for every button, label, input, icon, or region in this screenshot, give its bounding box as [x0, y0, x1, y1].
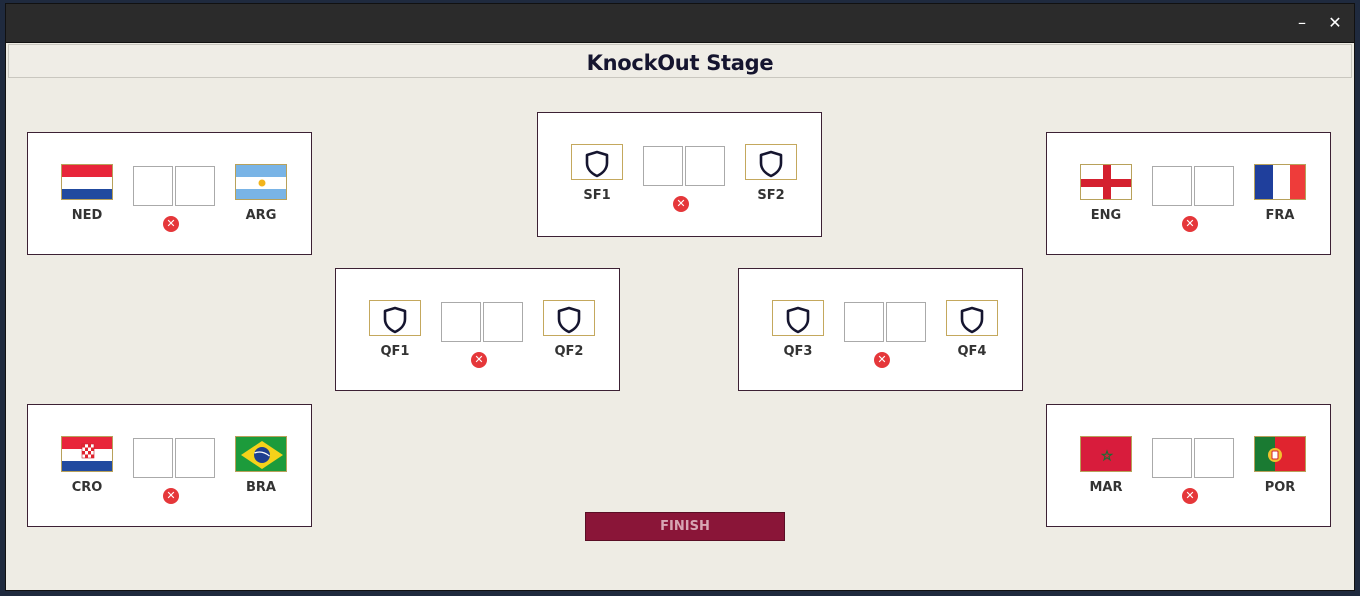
shield-icon: [585, 150, 609, 178]
sf1-shield-slot: [571, 144, 623, 180]
away-score-input[interactable]: [1194, 166, 1234, 206]
away-score-input[interactable]: [886, 302, 926, 342]
home-team-code: MAR: [1089, 480, 1123, 495]
home-score-input[interactable]: [441, 302, 481, 342]
minimize-button[interactable]: –: [1291, 12, 1313, 34]
away-score-input[interactable]: [175, 166, 215, 206]
home-score-input[interactable]: [1152, 166, 1192, 206]
croatia-flag-icon: [61, 436, 113, 472]
match-ned-arg: NED ✕ ARG: [27, 132, 312, 255]
qf3-shield-slot: [772, 300, 824, 336]
sf1-label: SF1: [583, 188, 611, 203]
match-cro-bra: CRO ✕ BRA: [27, 404, 312, 527]
match-mar-por: MAR ✕ POR: [1046, 404, 1331, 527]
qf4-shield-slot: [946, 300, 998, 336]
reset-score-icon[interactable]: ✕: [673, 196, 689, 212]
finish-button[interactable]: FINISH: [585, 512, 785, 541]
reset-score-icon[interactable]: ✕: [471, 352, 487, 368]
qf1-shield-slot: [369, 300, 421, 336]
away-score-input[interactable]: [483, 302, 523, 342]
france-flag-icon: [1254, 164, 1306, 200]
reset-score-icon[interactable]: ✕: [1182, 488, 1198, 504]
shield-icon: [786, 306, 810, 334]
qf4-label: QF4: [957, 344, 987, 359]
away-team-code: ARG: [245, 208, 277, 223]
reset-score-icon[interactable]: ✕: [1182, 216, 1198, 232]
app-window: – ✕ KnockOut Stage NED ✕ ARG CRO ✕ BRA E…: [6, 4, 1354, 590]
away-team-code: BRA: [246, 480, 276, 495]
match-semifinal: SF1 ✕ SF2: [537, 112, 822, 237]
shield-icon: [557, 306, 581, 334]
match-eng-fra: ENG ✕ FRA: [1046, 132, 1331, 255]
sf2-shield-slot: [745, 144, 797, 180]
home-team-code: NED: [71, 208, 103, 223]
away-score-input[interactable]: [175, 438, 215, 478]
match-qf-left: QF1 ✕ QF2: [335, 268, 620, 391]
home-score-input[interactable]: [1152, 438, 1192, 478]
qf3-label: QF3: [783, 344, 813, 359]
qf2-shield-slot: [543, 300, 595, 336]
portugal-flag-icon: [1254, 436, 1306, 472]
home-team-code: ENG: [1090, 208, 1122, 223]
qf1-label: QF1: [380, 344, 410, 359]
shield-icon: [759, 150, 783, 178]
title-bar: – ✕: [6, 4, 1354, 43]
brazil-flag-icon: [235, 436, 287, 472]
reset-score-icon[interactable]: ✕: [163, 216, 179, 232]
home-score-input[interactable]: [133, 438, 173, 478]
reset-score-icon[interactable]: ✕: [874, 352, 890, 368]
page-header: KnockOut Stage: [8, 44, 1352, 78]
home-score-input[interactable]: [133, 166, 173, 206]
match-qf-right: QF3 ✕ QF4: [738, 268, 1023, 391]
netherlands-flag-icon: [61, 164, 113, 200]
home-score-input[interactable]: [844, 302, 884, 342]
away-score-input[interactable]: [685, 146, 725, 186]
sf2-label: SF2: [757, 188, 785, 203]
close-button[interactable]: ✕: [1324, 12, 1346, 34]
morocco-flag-icon: [1080, 436, 1132, 472]
argentina-flag-icon: [235, 164, 287, 200]
home-team-code: CRO: [71, 480, 103, 495]
reset-score-icon[interactable]: ✕: [163, 488, 179, 504]
home-score-input[interactable]: [643, 146, 683, 186]
away-team-code: FRA: [1265, 208, 1295, 223]
england-flag-icon: [1080, 164, 1132, 200]
away-team-code: POR: [1264, 480, 1296, 495]
page-title: KnockOut Stage: [586, 51, 774, 75]
shield-icon: [960, 306, 984, 334]
qf2-label: QF2: [554, 344, 584, 359]
shield-icon: [383, 306, 407, 334]
away-score-input[interactable]: [1194, 438, 1234, 478]
